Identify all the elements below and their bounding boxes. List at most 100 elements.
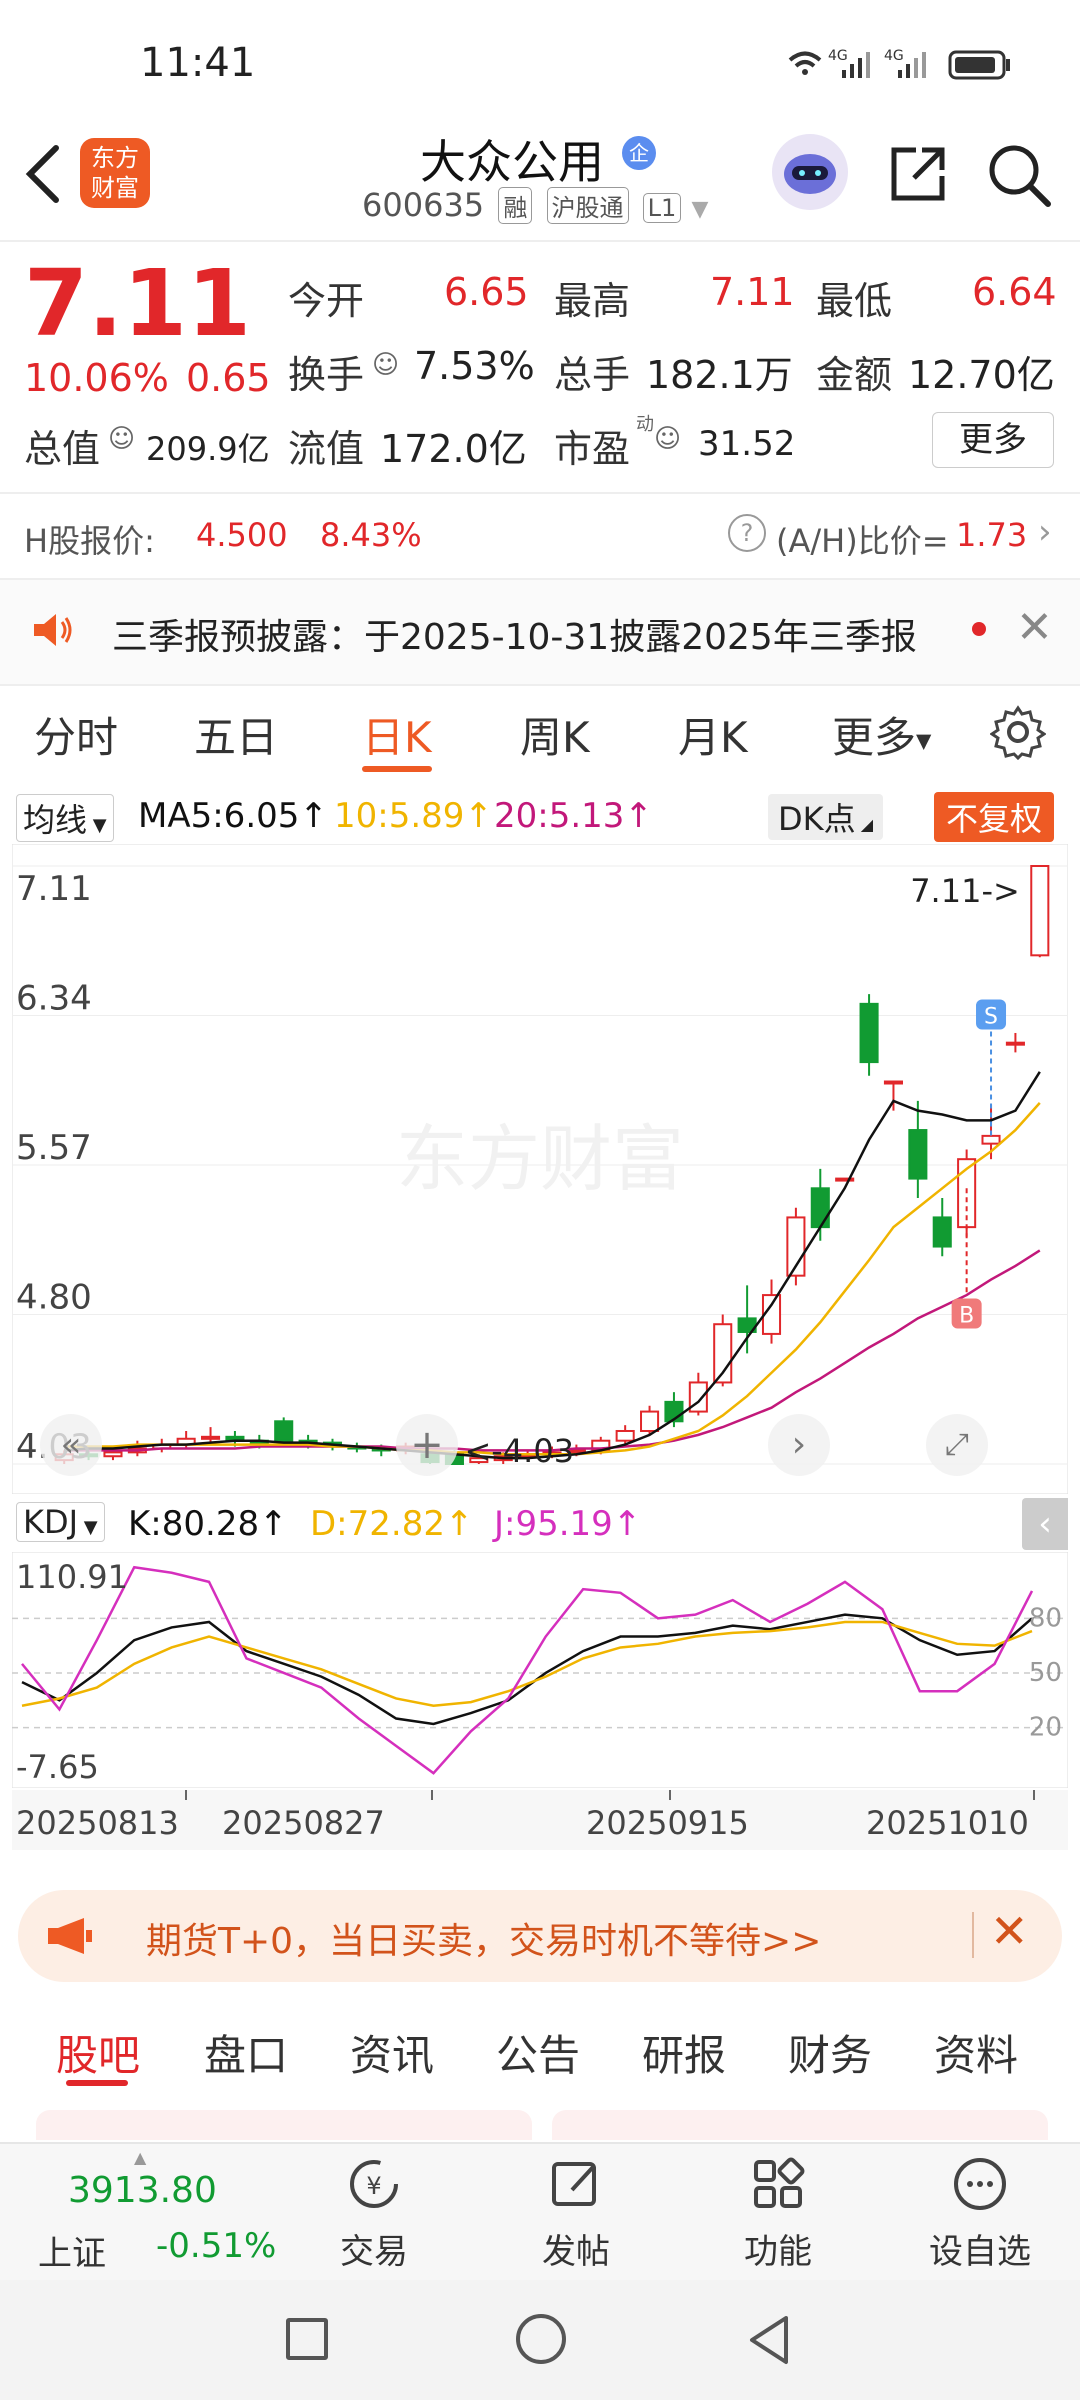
tab-monthly-k[interactable]: 月K [678, 704, 748, 765]
nav-functions[interactable]: 功能 [708, 2154, 848, 2273]
home-icon[interactable] [516, 2314, 566, 2364]
card-preview-left [36, 2110, 532, 2140]
collapse-panel-icon[interactable]: ‹ [1022, 1498, 1068, 1550]
scroll-right-icon[interactable]: › [768, 1414, 830, 1476]
sell-marker-label: S [984, 1005, 998, 1030]
nav-functions-label: 功能 [744, 2232, 812, 2272]
scroll-left-icon[interactable]: « [40, 1414, 102, 1476]
info-icon[interactable]: ☺ [654, 424, 681, 454]
nav-post[interactable]: 发帖 [506, 2154, 646, 2273]
date-axis: 20250813 20250827 20250915 20251010 [0, 1790, 1080, 1850]
signal-battery-icon: 4G 4G [788, 48, 1010, 80]
tab-more[interactable]: 更多▼ [832, 704, 931, 765]
candle-body [1005, 1041, 1025, 1046]
date-label: 20250813 [16, 1804, 179, 1842]
index-change: -0.51% [156, 2226, 277, 2266]
unread-dot [972, 622, 986, 636]
notice-text: 三季报预披露：于2025-10-31披露2025年三季报 [112, 617, 917, 658]
stock-code-row[interactable]: 600635 融 沪股通 L1 ▼ [362, 186, 708, 224]
info-icon[interactable]: ☺ [372, 350, 399, 380]
notice-bar[interactable]: 三季报预披露：于2025-10-31披露2025年三季报 ✕ [0, 578, 1080, 686]
kdj-chart[interactable]: 80 50 20 110.91 -7.65 [11, 1551, 1069, 1789]
ma-selector[interactable]: 均线 ▼ [16, 794, 114, 842]
kdj-ref-label: 50 [1029, 1658, 1062, 1688]
share-icon[interactable] [886, 142, 950, 210]
tab-finance[interactable]: 财务 [788, 2022, 872, 2083]
nav-add-watchlist-label: 设自选 [929, 2232, 1031, 2272]
ma5-value: MA5:6.05↑ [138, 796, 328, 836]
speaker-icon [30, 610, 76, 654]
megaphone-icon [44, 1916, 94, 1960]
y-tick-label: 5.57 [16, 1128, 92, 1168]
candle-body [908, 1129, 928, 1180]
search-icon[interactable] [986, 142, 1052, 212]
banner-close-icon[interactable]: ✕ [990, 1904, 1029, 1958]
banner-text: 期货T+0，当日买卖，交易时机不等待>> [146, 1921, 822, 1962]
stock-header: 东方 财富 大众公用 企 600635 融 沪股通 L1 ▼ [0, 120, 1080, 242]
tab-intraday[interactable]: 分时 [34, 704, 118, 765]
open-value: 6.65 [444, 270, 529, 314]
margin-chip: 融 [498, 187, 533, 224]
futures-banner[interactable]: 期货T+0，当日买卖，交易时机不等待>> ✕ [18, 1890, 1062, 1982]
buy-marker-label: B [959, 1304, 974, 1329]
tab-daily-k[interactable]: 日K [362, 704, 432, 765]
high-label: 最高 [554, 279, 631, 323]
tab-research[interactable]: 研报 [642, 2022, 726, 2083]
price-adjust-button[interactable]: 不复权 [934, 792, 1055, 842]
mktcap-value: 209.9亿 [146, 430, 270, 468]
candle-body [810, 1187, 830, 1229]
nav-add-watchlist[interactable]: 设自选 [910, 2154, 1050, 2273]
status-bar: 11:41 4G 4G [0, 0, 1080, 120]
help-icon[interactable]: ? [728, 514, 766, 552]
dropdown-caret-icon: ▼ [691, 197, 709, 222]
more-dots-icon [910, 2154, 1050, 2224]
ma20-value: 20:5.13↑ [494, 796, 653, 836]
date-label: 20250827 [222, 1804, 385, 1842]
card-preview-right [552, 2110, 1048, 2140]
tab-news[interactable]: 资讯 [350, 2022, 434, 2083]
change-amount: 0.65 [186, 356, 271, 400]
indicator-selector[interactable]: KDJ ▼ [16, 1502, 105, 1542]
pe-value: 31.52 [698, 424, 796, 464]
index-value[interactable]: 3913.80 [68, 2170, 217, 2211]
nav-post-label: 发帖 [542, 2232, 610, 2272]
grid-functions-icon [708, 2154, 848, 2224]
h-share-row[interactable]: H股报价: 4.500 8.43% ? (A/H)比价= 1.73 › [0, 492, 1080, 576]
recent-apps-icon[interactable] [286, 2318, 328, 2360]
candle-body [883, 1080, 903, 1085]
back-icon[interactable] [20, 142, 68, 210]
settings-gear-icon[interactable] [989, 704, 1047, 764]
status-time: 11:41 [140, 40, 256, 86]
zoom-in-icon[interactable]: + [396, 1414, 458, 1476]
tab-pankou[interactable]: 盘口 [204, 2022, 288, 2083]
h-share-price: 4.500 [196, 516, 288, 554]
tab-profile[interactable]: 资料 [934, 2022, 1018, 2083]
kdj-k-value: K:80.28↑ [128, 1504, 288, 1544]
fullscreen-icon[interactable]: ⤢ [926, 1414, 988, 1476]
robot-assistant-icon[interactable] [772, 134, 848, 210]
svg-text:4G: 4G [884, 48, 904, 64]
h-share-pct: 8.43% [320, 516, 422, 554]
min-price-annotation: <-4.03 [464, 1432, 574, 1470]
kline-chart[interactable]: 东方财富 7.116.345.574.804.03 7.11-><-4.03SB… [11, 843, 1069, 1495]
nav-trade[interactable]: ¥ 交易 [304, 2154, 444, 2273]
tab-five-day[interactable]: 五日 [194, 704, 278, 765]
y-tick-label: 6.34 [16, 979, 92, 1019]
system-back-icon[interactable] [746, 2314, 792, 2370]
tab-guba[interactable]: 股吧 [56, 2022, 140, 2083]
close-icon[interactable]: ✕ [1016, 602, 1053, 653]
dk-point-button[interactable]: DK点 ◢ [768, 794, 884, 840]
candle-body [640, 1410, 660, 1432]
more-button[interactable]: 更多 [932, 412, 1054, 468]
info-icon[interactable]: ☺ [108, 424, 135, 454]
tab-announcement[interactable]: 公告 [496, 2022, 580, 2083]
kline-svg: 东方财富 7.116.345.574.804.03 7.11-><-4.03SB [11, 843, 1069, 1495]
h-share-label: H股报价: [24, 522, 155, 560]
system-nav-bar [0, 2280, 1080, 2400]
dk-point-label: DK点 [778, 800, 856, 838]
high-value: 7.11 [710, 270, 795, 314]
tab-weekly-k[interactable]: 周K [520, 704, 590, 765]
candle-body [1030, 865, 1050, 957]
chevron-down-icon: ▼ [87, 815, 107, 836]
amount-label: 金额 [816, 353, 893, 397]
